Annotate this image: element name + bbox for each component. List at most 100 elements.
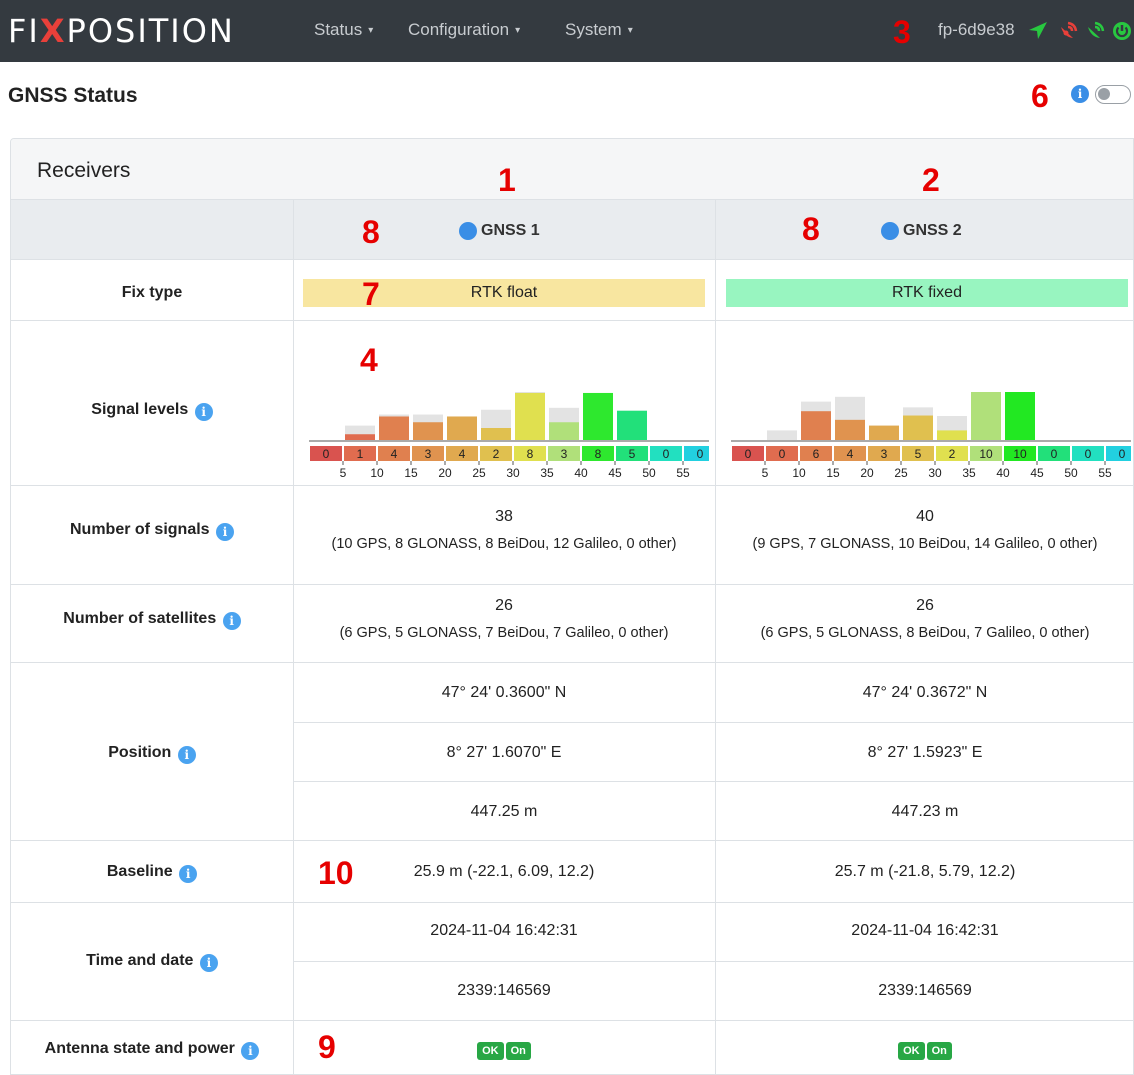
signal-bar xyxy=(481,428,511,440)
chart-tick-label: 10 xyxy=(370,466,384,480)
chart-tick-label: 50 xyxy=(1064,466,1078,480)
receiver-1-time: 2024-11-04 16:42:31 xyxy=(430,922,578,939)
signal-bar xyxy=(345,434,375,440)
signal-count-label: 0 xyxy=(1119,447,1126,461)
chart-tick-label: 35 xyxy=(540,466,554,480)
label-baseline: Baseline i xyxy=(11,863,293,883)
signal-count-label: 0 xyxy=(323,447,330,461)
receiver-2-longitude: 8° 27' 1.5923" E xyxy=(867,744,983,761)
signal-bar xyxy=(801,411,831,440)
info-icon[interactable]: i xyxy=(179,865,198,883)
signal-count-label: 3 xyxy=(881,447,888,461)
receivers-card: Receivers GNSS 1 GNSS 2 Fix type RTK flo… xyxy=(10,138,1134,1075)
annotation-3: 3 xyxy=(893,14,911,50)
receiver-1-latitude: 47° 24' 0.3600" N xyxy=(441,684,567,701)
satellite-dish-error-icon[interactable] xyxy=(1056,19,1080,43)
receiver-2-altitude: 447.23 m xyxy=(891,803,959,820)
chart-tick-label: 20 xyxy=(438,466,452,480)
antenna-power-badge: On xyxy=(505,1042,531,1060)
signal-bar xyxy=(835,419,865,440)
label-num-signals: Number of signals i xyxy=(11,521,293,541)
signal-count-label: 5 xyxy=(629,447,636,461)
chart-tick-label: 50 xyxy=(642,466,656,480)
info-icon[interactable]: i xyxy=(177,746,196,764)
chart-tick-label: 15 xyxy=(404,466,418,480)
receiver-1-baseline: 25.9 m (-22.1, 6.09, 12.2) xyxy=(413,863,595,880)
menu-configuration[interactable]: Configuration ▾ xyxy=(408,20,520,40)
chart-tick-label: 25 xyxy=(472,466,486,480)
label-fix-type: Fix type xyxy=(121,284,183,301)
annotation-1: 1 xyxy=(498,162,516,198)
signal-count-label: 5 xyxy=(915,447,922,461)
signal-count-label: 2 xyxy=(949,447,956,461)
location-arrow-icon[interactable] xyxy=(1026,19,1050,43)
brand-logo[interactable]: FIXPOSITION xyxy=(8,12,235,50)
receiver-2-fix-type: RTK fixed xyxy=(726,279,1128,307)
sub-row-divider xyxy=(293,781,1133,782)
signal-count-label: 4 xyxy=(459,447,466,461)
toggle-knob xyxy=(1098,88,1110,100)
annotation-2: 2 xyxy=(922,162,940,198)
signal-bar xyxy=(549,422,579,440)
label-antenna: Antenna state and power i xyxy=(11,1040,293,1060)
annotation-6: 6 xyxy=(1031,78,1049,114)
sub-row-divider xyxy=(293,961,1133,962)
receiver-2-signal-chart: 0 0 6 4 3 5 2 10 10 0 0 05 10 15 20 25 30 35 40 45 50 55 xyxy=(731,392,1131,480)
annotation-9: 9 xyxy=(318,1029,336,1065)
signal-count-label: 10 xyxy=(1013,447,1027,461)
row-divider xyxy=(11,320,1133,321)
signal-count-label: 6 xyxy=(813,447,820,461)
info-icon[interactable]: i xyxy=(222,612,241,630)
top-navbar: FIXPOSITION Status ▾ Configuration ▾ Syste… xyxy=(0,0,1134,62)
receiver-1-longitude: 8° 27' 1.6070" E xyxy=(446,744,562,761)
signal-count-label: 4 xyxy=(391,447,398,461)
receiver-2-time: 2024-11-04 16:42:31 xyxy=(851,922,999,939)
info-icon[interactable]: i xyxy=(216,523,235,541)
annotation-8: 8 xyxy=(802,211,820,247)
signal-count-label: 8 xyxy=(595,447,602,461)
power-status-icon[interactable] xyxy=(1110,19,1134,43)
info-icon[interactable]: i xyxy=(199,954,218,972)
menu-status[interactable]: Status ▾ xyxy=(314,20,373,40)
chart-tick-label: 5 xyxy=(762,466,769,480)
signal-max-bar xyxy=(767,430,797,440)
info-icon[interactable]: i xyxy=(1071,85,1089,103)
signal-count-label: 0 xyxy=(779,447,786,461)
annotation-4: 4 xyxy=(360,342,378,378)
receiver-1-header: GNSS 1 xyxy=(459,222,540,240)
signal-count-label: 2 xyxy=(493,447,500,461)
receiver-1-antenna: OK On xyxy=(293,1041,715,1060)
chart-tick-label: 20 xyxy=(860,466,874,480)
info-icon[interactable]: i xyxy=(194,403,213,421)
chart-tick-label: 15 xyxy=(826,466,840,480)
info-icon[interactable]: i xyxy=(241,1042,260,1060)
row-divider xyxy=(11,902,1133,903)
signal-bar xyxy=(971,392,1001,440)
signal-count-label: 3 xyxy=(425,447,432,461)
receiver-2-num-signals: 40 (9 GPS, 7 GLONASS, 10 BeiDou, 14 Gali… xyxy=(752,508,1098,552)
row-divider xyxy=(11,662,1133,663)
receiver-1-status-dot xyxy=(459,222,477,240)
row-divider xyxy=(11,485,1133,486)
antenna-state-badge: OK xyxy=(477,1042,504,1060)
chart-tick-label: 55 xyxy=(1098,466,1112,480)
chart-tick-label: 30 xyxy=(928,466,942,480)
card-header: Receivers xyxy=(11,139,1133,200)
device-name: fp-6d9e38 xyxy=(938,20,1015,39)
chart-tick-label: 45 xyxy=(608,466,622,480)
signal-count-label: 1 xyxy=(357,447,364,461)
menu-system[interactable]: System ▾ xyxy=(565,20,633,40)
receiver-2-latitude: 47° 24' 0.3672" N xyxy=(862,684,988,701)
signal-bar xyxy=(1005,392,1035,440)
signal-count-label: 8 xyxy=(527,447,534,461)
signal-count-label: 0 xyxy=(745,447,752,461)
receiver-1-gps-time: 2339:146569 xyxy=(457,982,551,999)
label-time-date: Time and date i xyxy=(11,952,293,972)
label-num-satellites: Number of satellites i xyxy=(11,610,293,630)
receiver-1-signal-chart: 0 1 4 3 4 2 8 3 8 5 0 05 10 15 20 25 30 35 40 45 50 55 xyxy=(309,392,709,480)
satellite-dish-ok-icon[interactable] xyxy=(1083,19,1107,43)
annotation-8: 8 xyxy=(362,214,380,250)
auto-refresh-toggle[interactable] xyxy=(1095,85,1131,104)
receiver-2-baseline: 25.7 m (-21.8, 5.79, 12.2) xyxy=(834,863,1016,880)
receiver-1-num-satellites: 26 (6 GPS, 5 GLONASS, 7 BeiDou, 7 Galile… xyxy=(339,597,669,641)
